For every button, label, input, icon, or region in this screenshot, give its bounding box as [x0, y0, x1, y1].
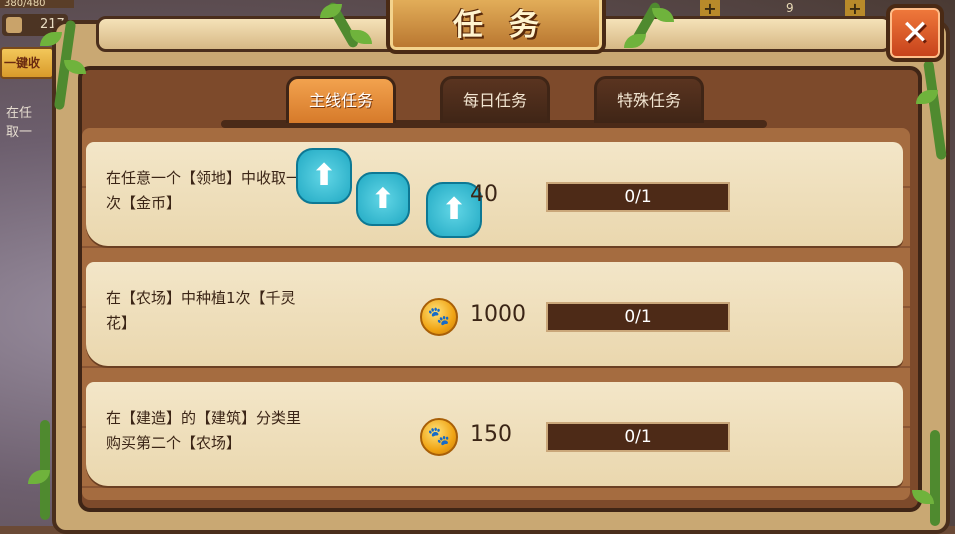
progress-text: 0/1 [624, 307, 652, 327]
tab-main-quests[interactable]: 主线任务 [286, 76, 396, 123]
paw-coin-icon: 🐾 [420, 298, 458, 336]
progress-bar: 0/1 [546, 422, 730, 452]
progress-text: 0/1 [624, 187, 652, 207]
reward-amount: 40 [470, 182, 498, 207]
vine-decoration [930, 430, 940, 526]
quest-row: 在任意一个【领地】中收取一次【金币】 ⬆ ⬆ ⬆ 40 0/1 [86, 142, 903, 246]
quest-row: 在【农场】中种植1次【千灵花】 🐾 1000 0/1 [86, 262, 903, 366]
title-plaque: 任务 [386, 0, 606, 54]
progress-bar: 0/1 [546, 302, 730, 332]
quest-row: 在【建造】的【建筑】分类里购买第二个【农场】 🐾 150 0/1 [86, 382, 903, 486]
quest-description: 在任意一个【领地】中收取一次【金币】 [106, 169, 302, 212]
progress-bar: 0/1 [546, 182, 730, 212]
close-icon: ✕ [900, 13, 930, 53]
close-button[interactable]: ✕ [886, 4, 944, 62]
upgrade-gear-icon: ⬆ [296, 148, 352, 204]
energy-readout: 380/480 [0, 0, 74, 9]
upgrade-gear-icon: ⬆ [356, 172, 410, 226]
quest-description: 在【建造】的【建筑】分类里购买第二个【农场】 [106, 409, 302, 452]
paw-coin-icon: 🐾 [420, 418, 458, 456]
top-right-count: 9 [786, 1, 794, 15]
progress-text: 0/1 [624, 427, 652, 447]
collect-all-button[interactable]: 一键收 [0, 47, 54, 79]
tab-daily-quests[interactable]: 每日任务 [440, 76, 550, 123]
dialog-title: 任务 [453, 8, 565, 43]
side-task-text: 在任 取一 [6, 106, 33, 140]
book-icon [6, 17, 22, 33]
reward-amount: 150 [470, 422, 512, 447]
quest-description: 在【农场】中种植1次【千灵花】 [106, 289, 296, 332]
reward-amount: 1000 [470, 302, 526, 327]
tab-special-quests[interactable]: 特殊任务 [594, 76, 704, 123]
